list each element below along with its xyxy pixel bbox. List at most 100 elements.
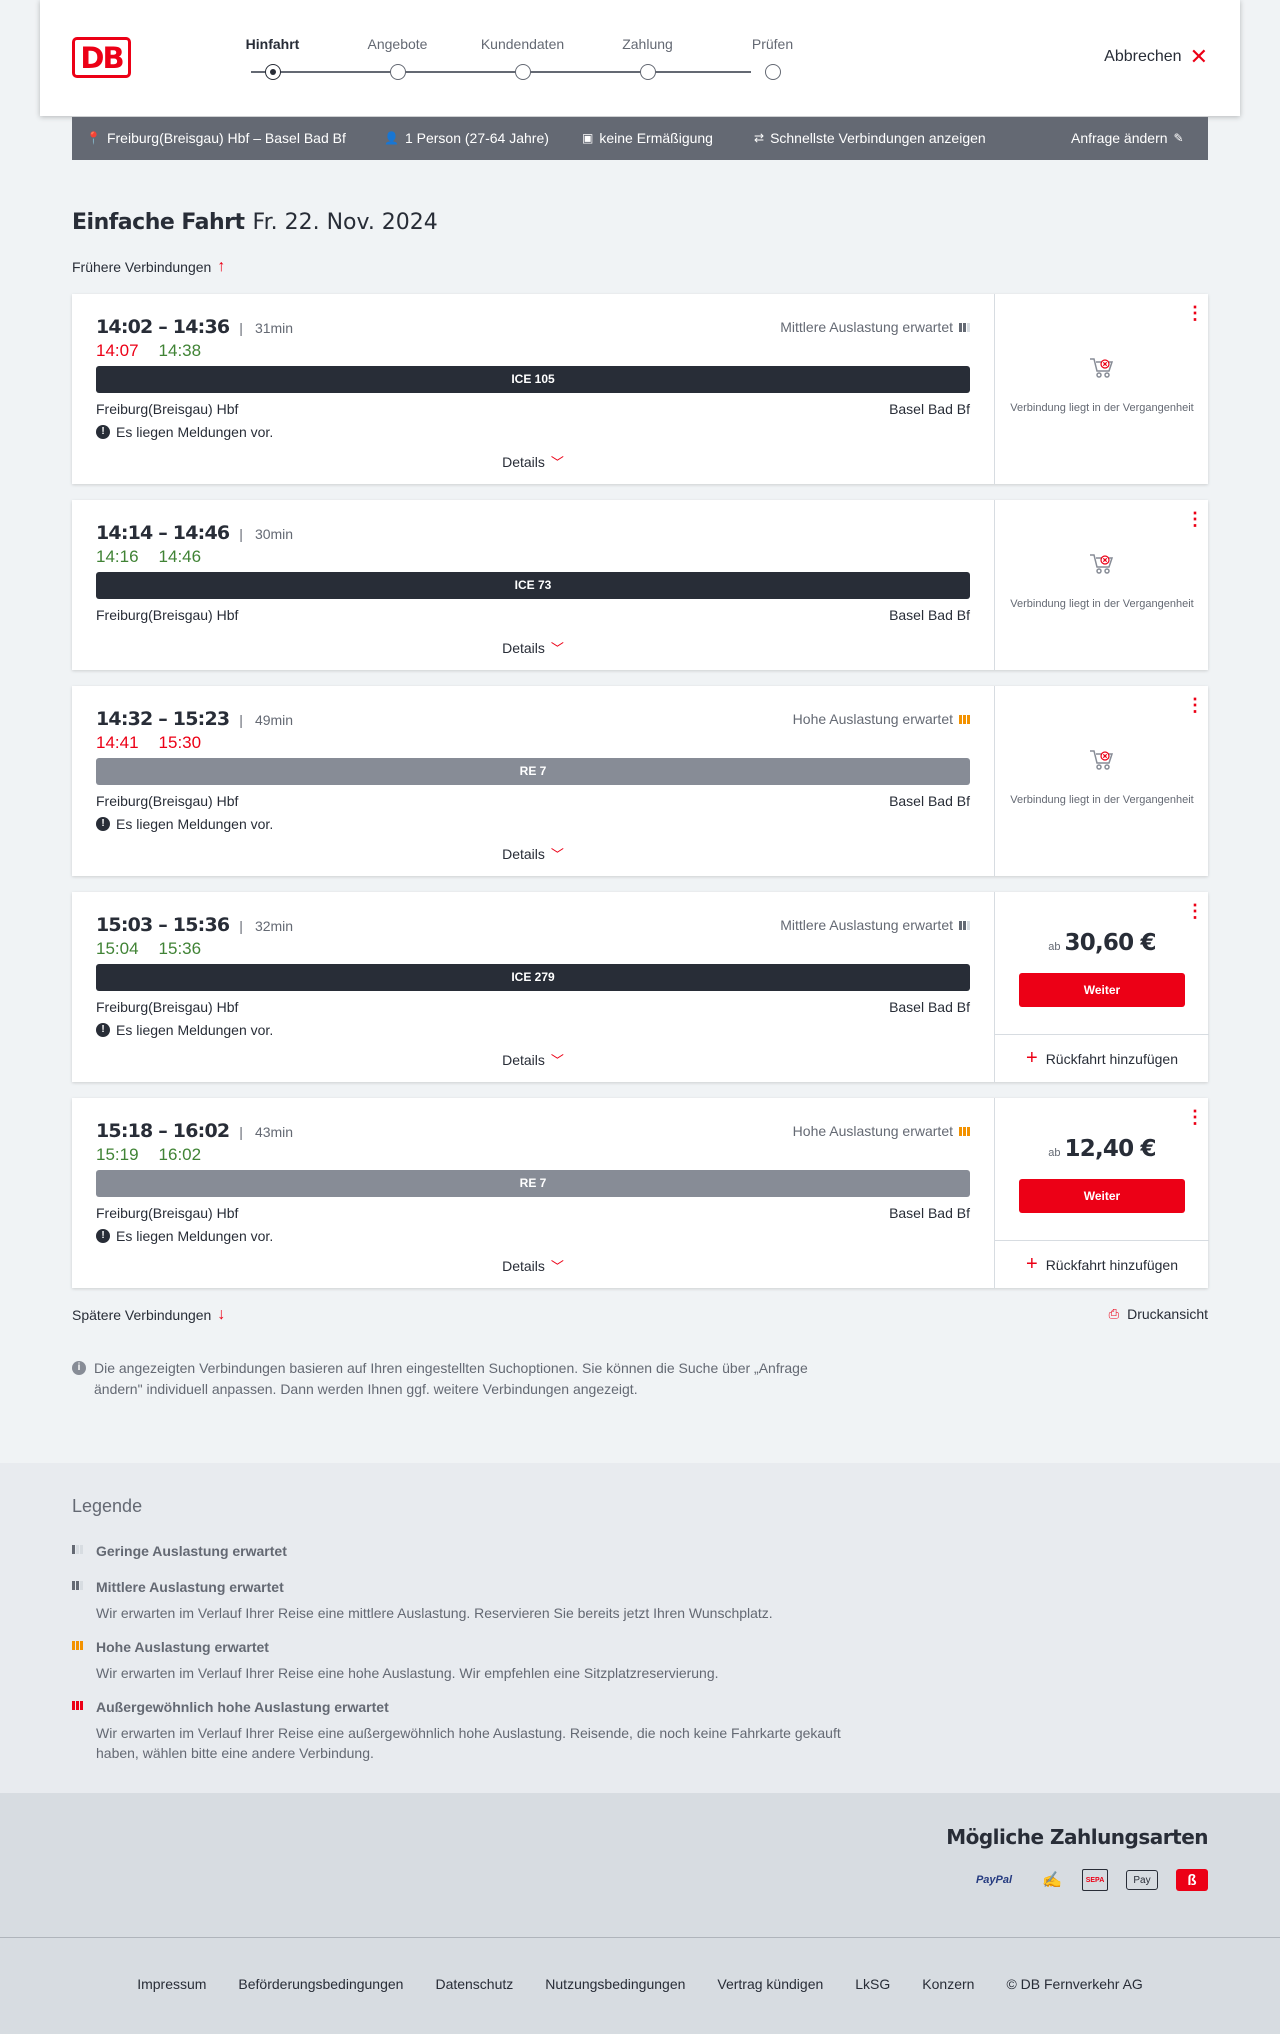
departure-station: Freiburg(Breisgau) Hbf xyxy=(96,607,239,623)
trip-date: Fr. 22. Nov. 2024 xyxy=(252,210,438,235)
realtime-arrival: 14:38 xyxy=(158,341,202,360)
train-bar[interactable]: RE 7 xyxy=(96,1170,970,1197)
more-options-icon[interactable]: ⋮ xyxy=(1186,696,1204,714)
arrival-station: Basel Bad Bf xyxy=(889,793,970,809)
bahncard-icon: ▣ xyxy=(582,131,594,145)
sepa-text: SEPA xyxy=(1085,1876,1105,1884)
details-toggle[interactable]: Details ﹀ xyxy=(72,844,994,863)
cancel-button[interactable]: Abbrechen ✕ xyxy=(1104,46,1208,68)
realtime-departure: 14:41 xyxy=(96,733,139,752)
occupancy-high-icon xyxy=(959,1126,970,1136)
price-prefix: ab xyxy=(1048,941,1061,953)
plus-icon: + xyxy=(1026,1047,1038,1069)
details-label: Details xyxy=(502,846,545,862)
occupancy-high-icon xyxy=(959,714,970,724)
pencil-icon: ✎ xyxy=(1173,131,1184,145)
plus-icon: + xyxy=(1026,1253,1038,1275)
occupancy-medium-icon xyxy=(959,322,970,332)
realtime-departure: 14:16 xyxy=(96,547,139,566)
train-bar[interactable]: ICE 105 xyxy=(96,366,970,393)
more-options-icon[interactable]: ⋮ xyxy=(1186,902,1204,920)
price-prefix: ab xyxy=(1048,1147,1061,1159)
footer-link-impressum[interactable]: Impressum xyxy=(137,1976,206,1992)
details-toggle[interactable]: Details ﹀ xyxy=(72,1256,994,1275)
message-notice: ! Es liegen Meldungen vor. xyxy=(96,1022,273,1038)
swap-arrows-icon: ⇄ xyxy=(754,131,765,145)
offer-panel: ⋮ Verbindung liegt in der Vergangenheit xyxy=(994,500,1208,670)
train-bar[interactable]: RE 7 xyxy=(96,758,970,785)
footer-link-datenschutz[interactable]: Datenschutz xyxy=(435,1976,513,1992)
location-pin-icon: 📍 xyxy=(86,131,101,145)
db-logo[interactable]: DB xyxy=(72,37,131,78)
offer-panel: ⋮ Verbindung liegt in der Vergangenheit xyxy=(994,686,1208,876)
message-text: Es liegen Meldungen vor. xyxy=(116,1022,274,1038)
train-name: ICE 279 xyxy=(511,970,555,984)
change-request-button[interactable]: Anfrage ändern ✎ xyxy=(1071,130,1184,146)
add-return-label: Rückfahrt hinzufügen xyxy=(1045,1256,1178,1273)
details-toggle[interactable]: Details ﹀ xyxy=(72,638,994,657)
print-view-link[interactable]: ⎙ Druckansicht xyxy=(1109,1306,1208,1322)
more-options-icon[interactable]: ⋮ xyxy=(1186,304,1204,322)
printer-icon: ⎙ xyxy=(1108,1306,1120,1321)
departure-station: Freiburg(Breisgau) Hbf xyxy=(96,999,239,1015)
exclamation-icon: ! xyxy=(96,1229,110,1243)
step-dot xyxy=(390,64,406,80)
fastest-toggle[interactable]: ⇄ Schnellste Verbindungen anzeigen xyxy=(754,130,986,146)
connection-card: 14:32 – 15:23 49min 14:41 15:30 Hohe Ausla… xyxy=(72,686,1208,876)
info-notice: i Die angezeigten Verbindungen basieren a… xyxy=(72,1358,852,1400)
arrival-station: Basel Bad Bf xyxy=(889,999,970,1015)
applepay-text: Pay xyxy=(1133,1874,1151,1886)
paypal-text: PayPal xyxy=(975,1874,1013,1886)
footer-link-konzern[interactable]: Konzern xyxy=(922,1976,974,1992)
message-text: Es liegen Meldungen vor. xyxy=(116,816,274,832)
earlier-connections-link[interactable]: Frühere Verbindungen ↑ xyxy=(72,258,225,276)
step-label: Kundendaten xyxy=(480,36,565,52)
occupancy-indicator: Hohe Auslastung erwartet xyxy=(793,711,970,727)
legend-item-desc: Wir erwarten im Verlauf Ihrer Reise eine… xyxy=(96,1725,841,1761)
route-text: Freiburg(Breisgau) Hbf – Basel Bad Bf xyxy=(106,130,346,146)
progress-steps: Hinfahrt Angebote Kundendaten Zahlung Pr… xyxy=(210,0,801,116)
legend-item-desc: Wir erwarten im Verlauf Ihrer Reise eine… xyxy=(96,1665,719,1681)
realtime-times: 15:19 16:02 xyxy=(96,1145,221,1165)
arrival-station: Basel Bad Bf xyxy=(889,401,970,417)
continue-button[interactable]: Weiter xyxy=(1019,973,1185,1007)
train-name: RE 7 xyxy=(519,1176,547,1190)
occupancy-indicator: Mittlere Auslastung erwartet xyxy=(780,319,970,335)
footer-link-befoerderungsbedingungen[interactable]: Beförderungsbedingungen xyxy=(238,1976,403,1992)
chevron-down-icon: ﹀ xyxy=(550,455,564,470)
details-toggle[interactable]: Details ﹀ xyxy=(72,452,994,471)
payment-icons: PayPal ✍ SEPA Pay ß xyxy=(966,1869,1208,1891)
times-text: 14:32 – 15:23 xyxy=(96,708,230,730)
trip-type: Einfache Fahrt xyxy=(72,210,245,235)
more-options-icon[interactable]: ⋮ xyxy=(1186,1108,1204,1126)
occupancy-text: Mittlere Auslastung erwartet xyxy=(780,319,953,335)
route-summary: 📍 Freiburg(Breisgau) Hbf – Basel Bad Bf xyxy=(86,130,346,146)
arrow-up-icon: ↑ xyxy=(217,258,226,275)
footer-link-vertrag-kuendigen[interactable]: Vertrag kündigen xyxy=(717,1976,823,1992)
discount-text: keine Ermäßigung xyxy=(599,130,713,146)
persons-summary: 👤 1 Person (27-64 Jahre) xyxy=(384,130,549,146)
offer-panel: ⋮ Verbindung liegt in der Vergangenheit xyxy=(994,294,1208,484)
add-return-button[interactable]: + Rückfahrt hinzufügen xyxy=(995,1240,1209,1288)
footer-links: Impressum Beförderungsbedingungen Datens… xyxy=(0,1976,1280,1992)
message-notice: ! Es liegen Meldungen vor. xyxy=(96,424,273,440)
train-bar[interactable]: ICE 279 xyxy=(96,964,970,991)
add-return-button[interactable]: + Rückfahrt hinzufügen xyxy=(995,1034,1209,1082)
payment-methods-section: Mögliche Zahlungsarten PayPal ✍ SEPA Pay… xyxy=(0,1793,1280,1937)
step-label: Hinfahrt xyxy=(245,36,300,52)
duration: 31min xyxy=(239,320,293,336)
more-options-icon[interactable]: ⋮ xyxy=(1186,510,1204,528)
details-toggle[interactable]: Details ﹀ xyxy=(72,1050,994,1069)
occupancy-high-icon xyxy=(72,1641,83,1650)
step-label: Angebote xyxy=(367,36,428,52)
continue-button[interactable]: Weiter xyxy=(1019,1179,1185,1213)
fastest-text: Schnellste Verbindungen anzeigen xyxy=(770,130,986,146)
connection-card: 14:14 – 14:46 30min 14:16 14:46 ICE 73 Fre… xyxy=(72,500,1208,670)
payment-methods-title: Mögliche Zahlungsarten xyxy=(946,1825,1208,1849)
footer-link-lksg[interactable]: LkSG xyxy=(855,1976,890,1992)
message-text: Es liegen Meldungen vor. xyxy=(116,424,274,440)
train-bar[interactable]: ICE 73 xyxy=(96,572,970,599)
later-connections-link[interactable]: Spätere Verbindungen ↓ xyxy=(72,1306,225,1324)
footer-link-nutzungsbedingungen[interactable]: Nutzungsbedingungen xyxy=(545,1976,685,1992)
connection-card: 15:18 – 16:02 43min 15:19 16:02 Hohe Ausla… xyxy=(72,1098,1209,1288)
